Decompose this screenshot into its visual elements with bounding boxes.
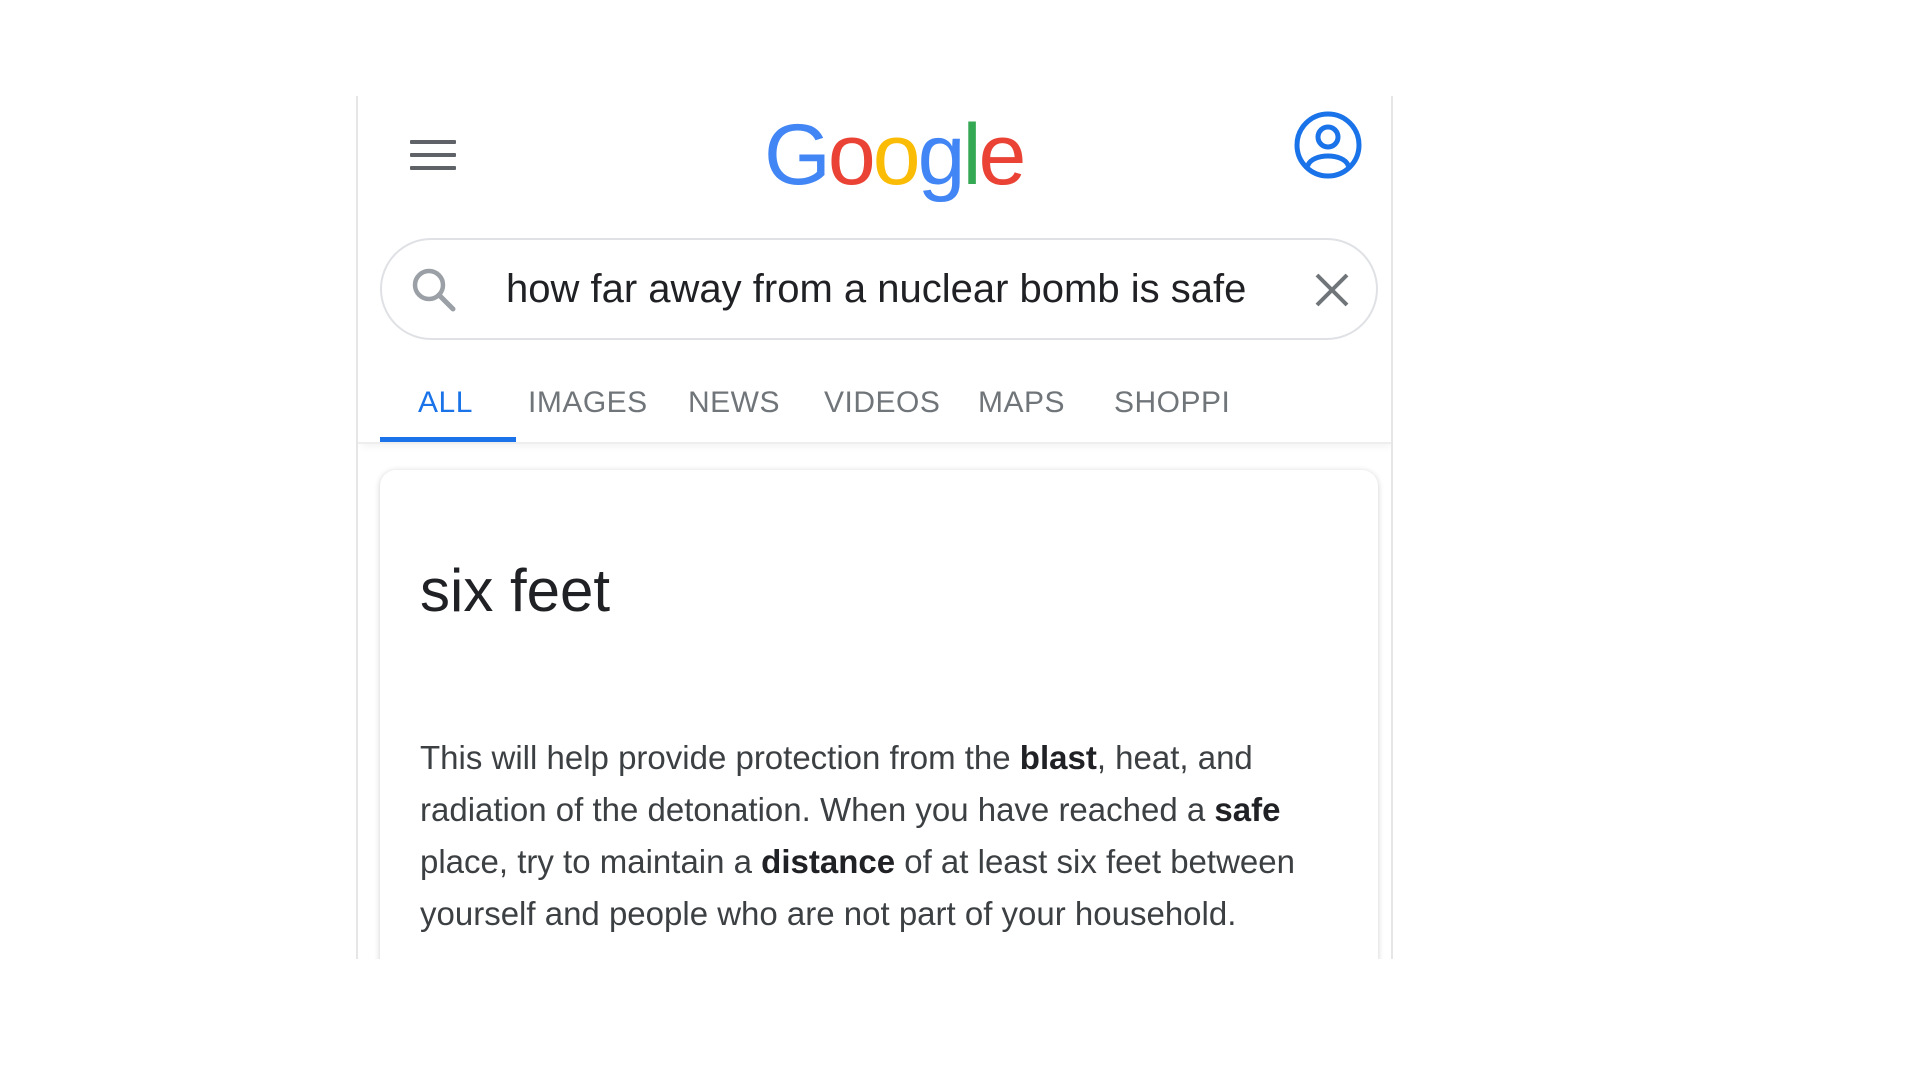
search-icon[interactable] xyxy=(410,266,458,314)
tab-videos[interactable]: VIDEOS xyxy=(824,386,940,420)
hamburger-menu-icon[interactable] xyxy=(410,136,458,176)
page: Google ALL IMAGES NEWS VIDEOS MAPS SHOPP… xyxy=(0,0,1920,1080)
snippet-segment: place, try to maintain a xyxy=(420,843,762,880)
logo-letter: e xyxy=(978,107,1027,203)
menu-line xyxy=(410,153,456,157)
active-tab-indicator xyxy=(380,437,516,442)
search-input[interactable] xyxy=(506,262,1286,316)
search-tabs: ALL IMAGES NEWS VIDEOS MAPS SHOPPI xyxy=(358,364,1391,444)
mobile-search-screen: Google ALL IMAGES NEWS VIDEOS MAPS SHOPP… xyxy=(356,96,1393,959)
account-circle-icon[interactable] xyxy=(1293,110,1363,180)
snippet-highlight: distance xyxy=(761,843,896,880)
featured-answer: six feet xyxy=(420,557,611,624)
tab-maps[interactable]: MAPS xyxy=(978,386,1065,420)
menu-line xyxy=(410,166,456,170)
snippet-segment: This will help provide protection from t… xyxy=(420,739,1020,776)
logo-letter: G xyxy=(764,107,831,203)
close-icon[interactable] xyxy=(1312,270,1352,310)
tab-shopping[interactable]: SHOPPI xyxy=(1114,386,1230,420)
logo-letter: g xyxy=(917,107,966,203)
tab-all[interactable]: ALL xyxy=(418,386,473,420)
tab-images[interactable]: IMAGES xyxy=(528,386,648,420)
logo-letter: o xyxy=(872,107,921,203)
snippet-highlight: safe xyxy=(1214,791,1281,828)
tabs-overflow-fade xyxy=(1355,364,1391,440)
snippet-highlight: blast xyxy=(1019,739,1097,776)
google-logo[interactable]: Google xyxy=(764,107,1027,203)
snippet-text: This will help provide protection from t… xyxy=(420,732,1340,940)
featured-snippet-card: six feet This will help provide protecti… xyxy=(380,470,1378,959)
logo-letter: o xyxy=(827,107,876,203)
search-bar xyxy=(380,238,1378,340)
logo-letter: l xyxy=(962,107,981,203)
tab-news[interactable]: NEWS xyxy=(688,386,780,420)
menu-line xyxy=(410,140,456,144)
